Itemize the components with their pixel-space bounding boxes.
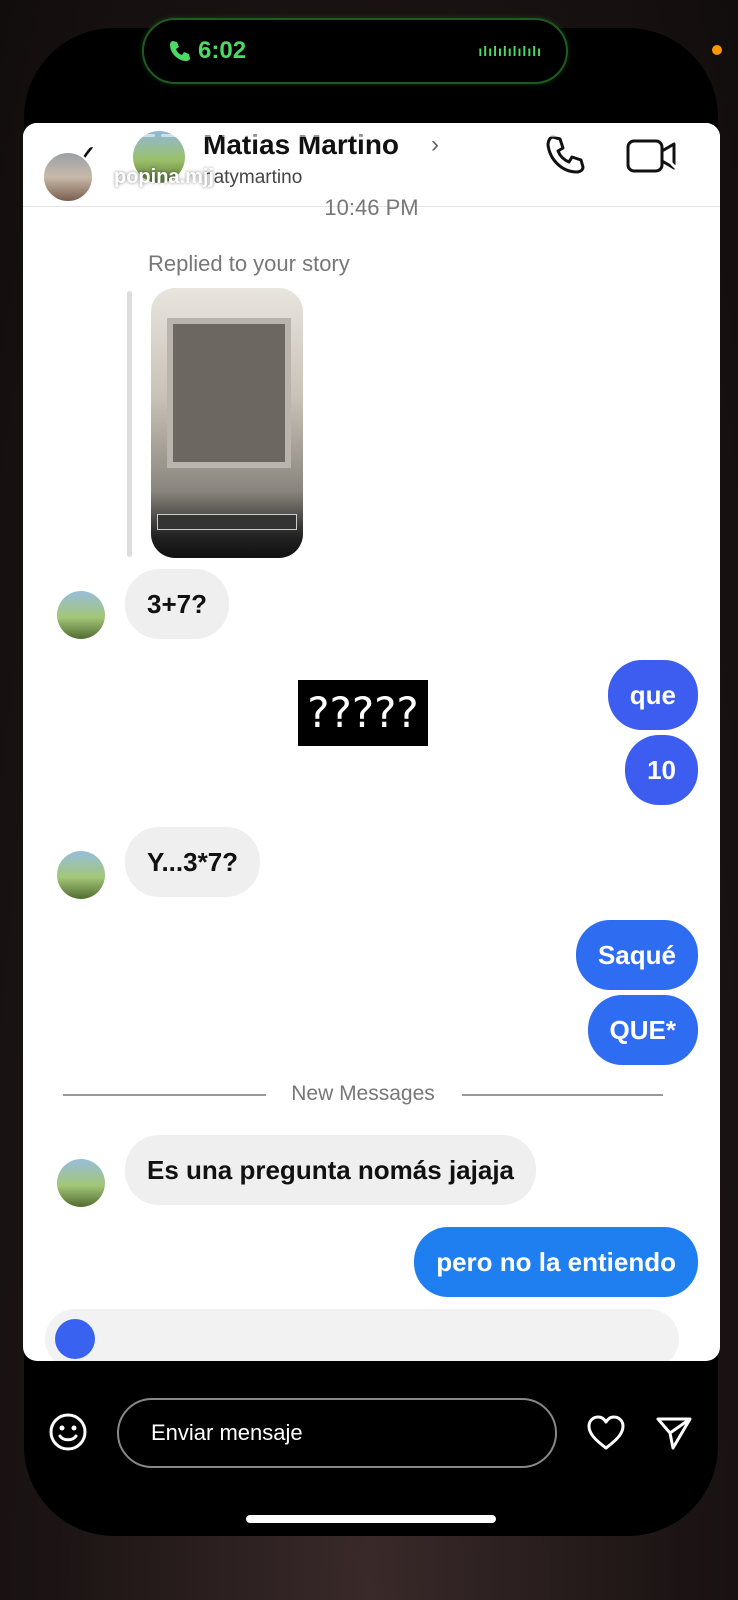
story-reply-label: Replied to your story xyxy=(148,251,350,276)
send-message-input[interactable]: Enviar mensaje xyxy=(117,1398,557,1468)
progress-segment xyxy=(529,134,586,137)
new-messages-divider: New Messages xyxy=(63,1083,663,1105)
call-active-icon xyxy=(170,41,190,61)
story-thumbnail-strip xyxy=(157,514,297,530)
close-icon[interactable] xyxy=(668,160,704,196)
progress-segment xyxy=(652,134,708,137)
reply-quote-bar xyxy=(127,291,132,557)
send-icon[interactable] xyxy=(655,1414,693,1452)
story-thumbnail-mirror xyxy=(167,318,291,468)
dynamic-island[interactable]: 6:02 ılılılılılılı xyxy=(142,18,568,84)
more-dots-icon[interactable]: ··· xyxy=(608,160,634,191)
camera-icon xyxy=(55,1319,95,1359)
message-outgoing[interactable]: 10 xyxy=(625,735,698,805)
progress-segment xyxy=(591,134,647,137)
call-time: 6:02 xyxy=(198,37,247,64)
home-indicator[interactable] xyxy=(246,1515,496,1523)
progress-segment xyxy=(222,134,278,137)
message-outgoing[interactable]: que xyxy=(607,660,698,730)
story-user-avatar[interactable] xyxy=(42,151,94,203)
message-incoming[interactable]: Y...3*7? xyxy=(125,827,261,897)
message-outgoing[interactable]: pero no la entiendo xyxy=(414,1227,698,1297)
story-thumbnail[interactable] xyxy=(151,288,303,558)
progress-segment xyxy=(283,134,340,137)
heart-icon[interactable] xyxy=(586,1414,626,1452)
message-incoming[interactable]: Es una pregunta nomás jajaja xyxy=(125,1135,536,1205)
message-composer xyxy=(45,1309,679,1361)
progress-segment xyxy=(99,134,155,137)
sender-avatar xyxy=(57,1159,105,1207)
progress-segment xyxy=(38,134,94,137)
progress-segment xyxy=(468,134,524,137)
message-timestamp: 10:46 PM xyxy=(324,195,419,220)
progress-segment xyxy=(160,134,217,137)
dm-screenshot: ✓ Matias Martino › natymartino 10:46 PM … xyxy=(23,123,720,1361)
contact-handle: natymartino xyxy=(203,167,303,188)
story-username[interactable]: popina.mjj xyxy=(114,166,214,189)
mic-indicator-dot xyxy=(712,45,722,55)
message-outgoing[interactable]: QUE* xyxy=(587,995,698,1065)
sender-avatar xyxy=(57,851,105,899)
sticker-image: ????? xyxy=(298,680,428,746)
sender-avatar xyxy=(57,591,105,639)
progress-segment xyxy=(345,134,401,137)
message-incoming[interactable]: 3+7? xyxy=(125,569,229,639)
phone-call-icon xyxy=(546,135,585,174)
progress-segment xyxy=(406,134,463,137)
emoji-smile-icon[interactable] xyxy=(48,1412,88,1452)
message-outgoing[interactable]: Saqué xyxy=(575,920,698,990)
new-messages-label: New Messages xyxy=(291,1082,435,1105)
story-progress-bar xyxy=(38,134,708,137)
audio-wave-icon: ılılılılılılı xyxy=(478,43,542,59)
